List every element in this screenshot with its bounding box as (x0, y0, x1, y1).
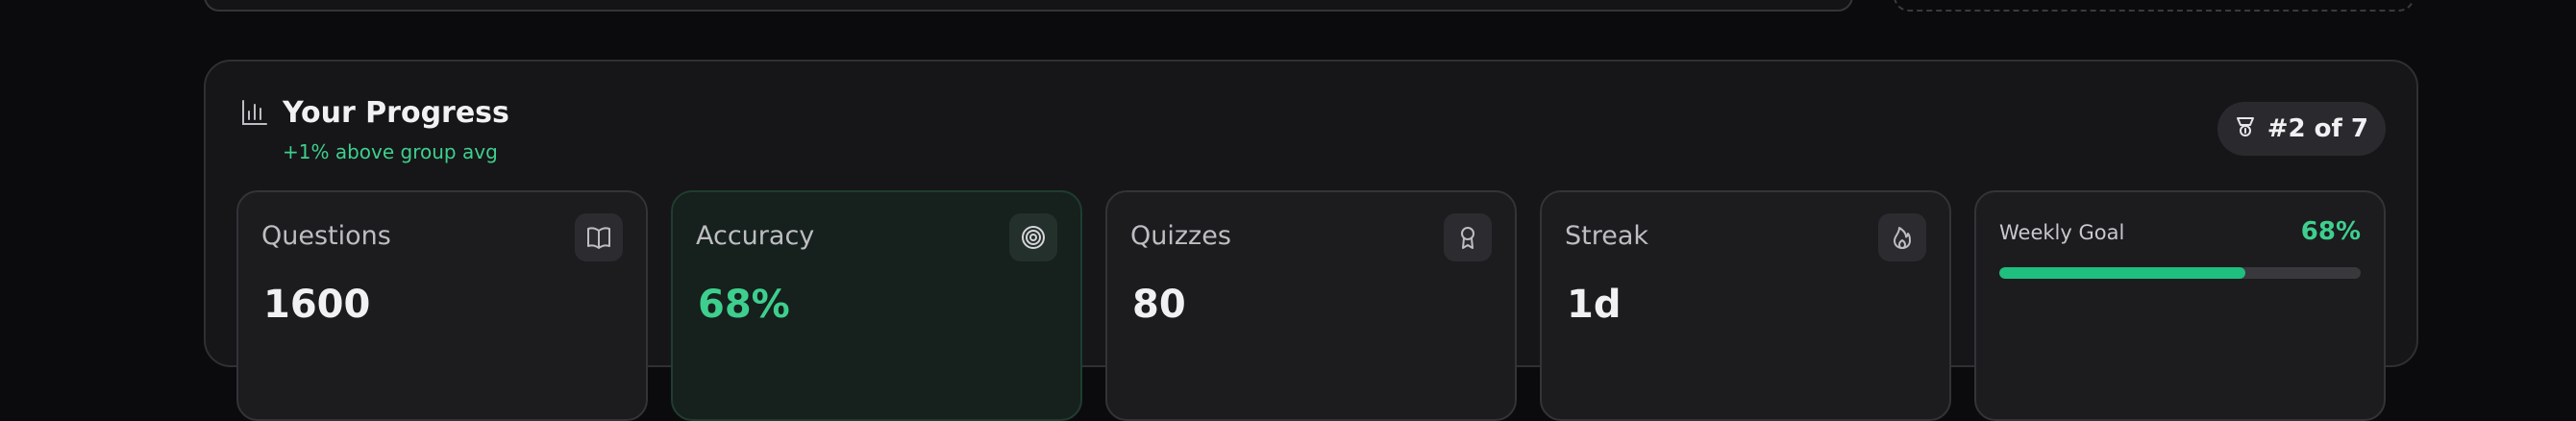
book-icon (575, 213, 623, 261)
weekly-goal-percent: 68% (2300, 217, 2361, 246)
weekly-goal-card: Weekly Goal 68% (1974, 190, 2386, 421)
stat-label: Accuracy (696, 221, 815, 251)
stat-card-questions: Questions 1600 (236, 190, 648, 421)
previous-card (204, 0, 1853, 12)
stat-value: 68% (698, 283, 790, 327)
bar-chart-icon (240, 98, 269, 127)
stat-value: 1d (1567, 283, 1622, 327)
trophy-icon (2233, 114, 2258, 143)
stat-label: Streak (1565, 221, 1649, 251)
rank-text: #2 of 7 (2266, 114, 2368, 143)
stat-card-streak: Streak 1d (1540, 190, 1951, 421)
stat-value: 1600 (263, 283, 371, 327)
weekly-goal-label: Weekly Goal (1999, 221, 2125, 244)
panel-title: Your Progress (283, 96, 509, 130)
flame-icon (1878, 213, 1926, 261)
stat-card-accuracy: Accuracy 68% (671, 190, 1082, 421)
group-comparison-text: +1% above group avg (283, 140, 498, 163)
stat-value: 80 (1132, 283, 1186, 327)
stat-label: Questions (261, 221, 391, 251)
stat-label: Quizzes (1130, 221, 1231, 251)
target-icon (1009, 213, 1057, 261)
progress-panel: Your Progress +1% above group avg #2 of … (204, 60, 2418, 421)
dashed-placeholder-card (1894, 0, 2415, 12)
award-icon (1444, 213, 1492, 261)
stat-card-quizzes: Quizzes 80 (1105, 190, 1517, 421)
weekly-goal-progress-track (1999, 267, 2361, 279)
rank-badge[interactable]: #2 of 7 (2217, 102, 2386, 156)
weekly-goal-progress-fill (1999, 267, 2245, 279)
